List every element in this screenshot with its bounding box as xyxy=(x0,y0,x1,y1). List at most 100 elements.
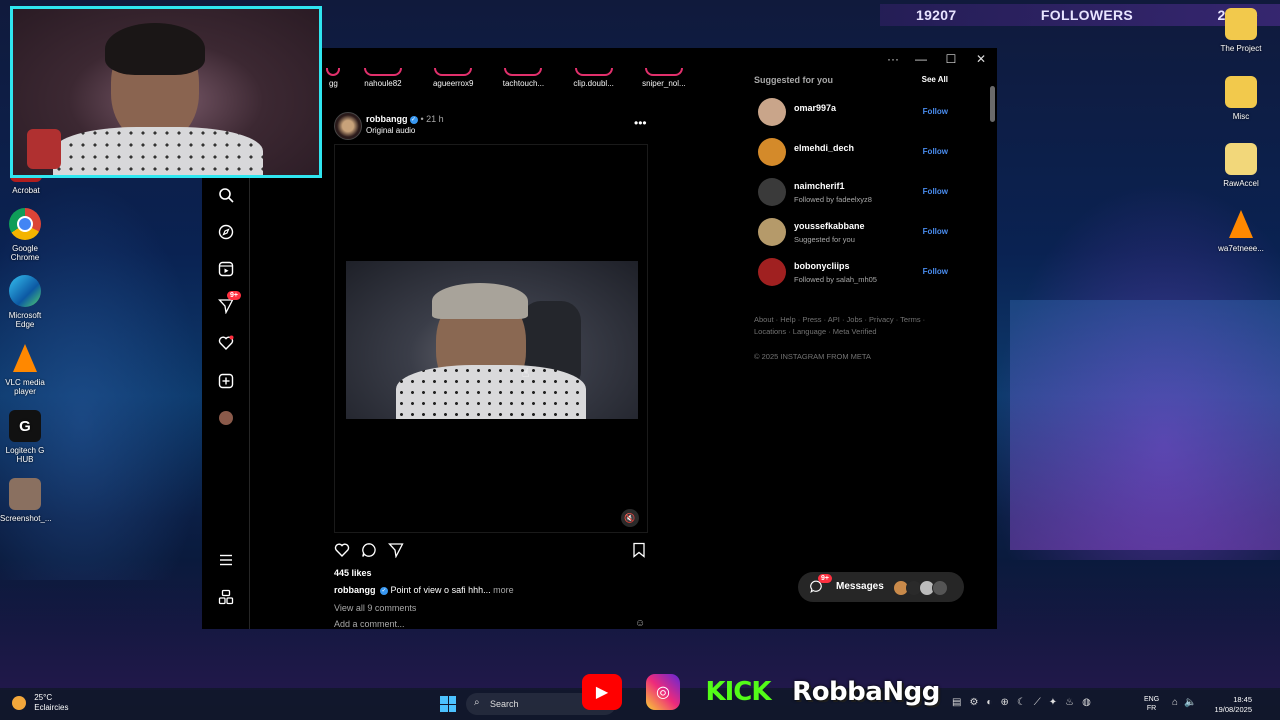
suggestion-username[interactable]: bobonycliips xyxy=(794,261,850,271)
taskbar-clock[interactable]: 18:45 19/08/2025 xyxy=(1206,695,1252,715)
webcam-hair xyxy=(105,23,205,75)
follower-label: FOLLOWERS xyxy=(1040,7,1134,23)
story-item[interactable]: agueerrox9 xyxy=(423,68,483,92)
post-author[interactable]: robbangg ✓ • 21 h xyxy=(366,114,444,124)
profile-avatar[interactable] xyxy=(217,409,235,427)
story-item[interactable]: sniper_nol... xyxy=(634,68,694,92)
suggestion-subtitle: Followed by fadeelxyz8 xyxy=(794,195,872,204)
post-audio[interactable]: Original audio xyxy=(366,126,415,135)
clock-time: 18:45 xyxy=(1233,695,1252,704)
desktop-icon-rawaccel[interactable]: RawAccel xyxy=(1216,143,1266,188)
language-indicator[interactable]: ENG FR xyxy=(1144,695,1159,713)
messages-button[interactable]: 9+ Messages xyxy=(798,572,964,602)
follow-button[interactable]: Follow xyxy=(923,227,948,236)
menu-hamburger-icon[interactable] xyxy=(217,551,235,569)
folder-icon xyxy=(1225,143,1257,175)
messages-avatars xyxy=(893,580,948,596)
suggestion-username[interactable]: omar997a xyxy=(794,103,836,113)
window-close-button[interactable]: ✕ xyxy=(970,51,992,67)
system-tray-icons[interactable]: ▤⚙◐⊕☾⟋✦♨◍ xyxy=(952,697,1099,708)
create-icon[interactable] xyxy=(217,372,235,390)
suggestion-avatar[interactable] xyxy=(758,178,786,206)
desktop-icon-logitech[interactable]: G Logitech G HUB xyxy=(0,410,50,464)
story-item[interactable]: tachtouch... xyxy=(493,68,553,92)
add-comment-input[interactable]: Add a comment... xyxy=(334,619,405,629)
post-author-avatar[interactable] xyxy=(334,112,362,140)
direct-icon[interactable]: 9+ xyxy=(217,291,241,315)
scrollbar-thumb[interactable] xyxy=(990,86,995,122)
weather-condition: Eclaircies xyxy=(34,703,69,712)
mouse-cursor-icon: ☝ xyxy=(522,366,530,380)
follow-button[interactable]: Follow xyxy=(923,187,948,196)
follower-count: 19207 xyxy=(916,7,957,23)
story-item[interactable]: gg xyxy=(324,68,343,92)
weather-sun-icon xyxy=(12,696,26,710)
see-all-link[interactable]: See All xyxy=(922,75,948,84)
start-windows-icon[interactable] xyxy=(440,696,456,712)
threads-apps-icon[interactable] xyxy=(217,588,235,606)
search-icon[interactable] xyxy=(217,186,235,204)
scrollbar[interactable] xyxy=(989,74,996,624)
view-comments-link[interactable]: View all 9 comments xyxy=(334,603,416,613)
suggestion-avatar[interactable] xyxy=(758,98,786,126)
network-volume-icons[interactable]: ⌂🔈 xyxy=(1172,697,1203,708)
explore-icon[interactable] xyxy=(217,223,235,241)
desktop-icon-video-file[interactable]: wa7etneee... xyxy=(1216,208,1266,253)
follow-button[interactable]: Follow xyxy=(923,147,948,156)
likes-count[interactable]: 445 likes xyxy=(334,568,372,578)
mute-icon[interactable]: 🔇 xyxy=(621,509,639,527)
story-item[interactable]: nahoule82 xyxy=(353,68,413,92)
window-minimize-button[interactable]: — xyxy=(910,51,932,67)
story-name: agueerrox9 xyxy=(432,79,474,88)
desktop-icon-edge[interactable]: Microsoft Edge xyxy=(0,275,50,329)
caption-username[interactable]: robbangg xyxy=(334,585,376,595)
suggestion-avatar[interactable] xyxy=(758,218,786,246)
footer-links[interactable]: About · Help · Press · API · Jobs · Priv… xyxy=(754,314,944,338)
desktop-icon-label: Microsoft Edge xyxy=(8,311,42,329)
window-more-button[interactable]: ··· xyxy=(882,51,904,67)
desktop-icon-the-project[interactable]: The Project xyxy=(1216,8,1266,53)
emoji-icon[interactable]: ☺ xyxy=(635,618,645,629)
weather-widget[interactable]: 25°C Eclaircies xyxy=(12,693,68,713)
channel-name: RobbaNgg xyxy=(792,677,940,707)
taskbar: 25°C Eclaircies ⌕ Search ▤⚙◐⊕☾⟋✦♨◍ ENG F… xyxy=(0,688,1280,720)
logitech-icon: G xyxy=(9,410,41,442)
story-name: clip.doubl... xyxy=(573,79,614,88)
caption-more-link[interactable]: more xyxy=(493,585,514,595)
suggestion-username[interactable]: elmehdi_dech xyxy=(794,143,854,153)
kick-logo: KICK xyxy=(705,677,771,707)
desktop-icon-screenshot[interactable]: Screenshot_... xyxy=(0,478,52,523)
clock-date: 19/08/2025 xyxy=(1214,705,1252,714)
desktop-icon-chrome[interactable]: Google Chrome xyxy=(0,208,50,262)
notifications-heart-icon[interactable] xyxy=(217,334,235,352)
like-heart-icon[interactable] xyxy=(334,542,350,562)
save-bookmark-icon[interactable] xyxy=(632,542,646,562)
suggestion-avatar[interactable] xyxy=(758,258,786,286)
post-caption: robbangg ✓ Point of view o safi hhh... m… xyxy=(334,585,514,595)
messages-label: Messages xyxy=(836,581,884,592)
comment-icon[interactable] xyxy=(361,542,377,562)
desktop-icon-label: Misc xyxy=(1232,112,1250,121)
verified-badge-icon: ✓ xyxy=(409,115,418,124)
suggestion-username[interactable]: youssefkabbane xyxy=(794,221,865,231)
direct-badge: 9+ xyxy=(227,291,241,300)
story-item[interactable]: clip.doubl... xyxy=(564,68,624,92)
post-media[interactable]: 🔇 xyxy=(334,144,648,533)
follow-button[interactable]: Follow xyxy=(923,267,948,276)
desktop-icon-vlc[interactable]: VLC media player xyxy=(0,342,50,396)
window-maximize-button[interactable]: ☐ xyxy=(940,51,962,67)
vlc-icon xyxy=(9,342,41,374)
desktop-icon-misc[interactable]: Misc xyxy=(1216,76,1266,121)
post-username[interactable]: robbangg xyxy=(366,114,408,124)
video-frame[interactable] xyxy=(346,261,638,419)
reels-icon[interactable] xyxy=(217,260,235,278)
share-icon[interactable] xyxy=(388,542,404,562)
suggestion-avatar[interactable] xyxy=(758,138,786,166)
image-file-icon xyxy=(9,478,41,510)
post-options-icon[interactable]: ••• xyxy=(634,116,647,130)
folder-icon xyxy=(1225,8,1257,40)
weather-temp: 25°C xyxy=(34,693,53,702)
suggestion-username[interactable]: naimcherif1 xyxy=(794,181,845,191)
follow-button[interactable]: Follow xyxy=(923,107,948,116)
language-code: ENG xyxy=(1144,696,1160,703)
